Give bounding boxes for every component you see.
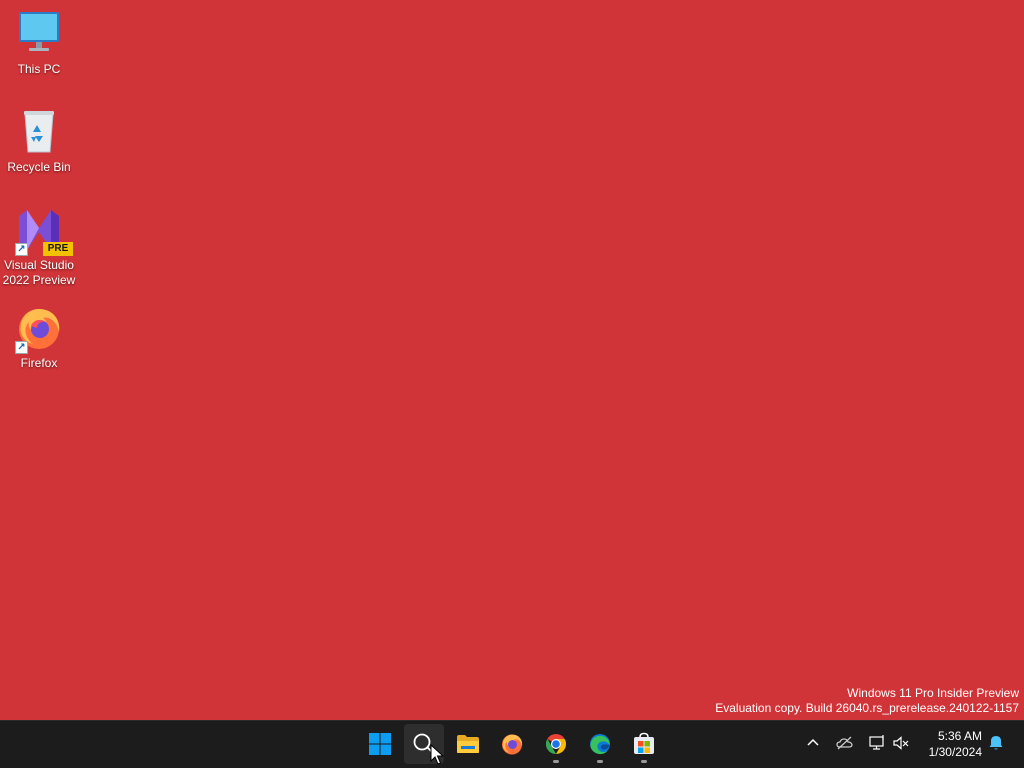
onedrive-offline-icon [836, 736, 853, 750]
firefox-taskbar-button[interactable] [492, 724, 532, 764]
clock-button[interactable]: 5:36 AM 1/30/2024 [929, 728, 982, 760]
folder-icon [457, 735, 479, 753]
running-indicator [597, 760, 603, 763]
recycle-bin-icon [13, 106, 65, 158]
desktop-icon-label: Recycle Bin [7, 160, 71, 174]
edge-icon [590, 734, 610, 755]
shortcut-arrow-icon: ↗ [15, 341, 28, 354]
chrome-icon [546, 734, 566, 754]
windows-start-icon [369, 733, 391, 755]
desktop-icon-firefox[interactable]: ↗ Firefox [1, 302, 77, 371]
chevron-up-icon [807, 738, 819, 746]
desktop[interactable]: This PC Recycle Bin PRE ↗ Visual Studio … [0, 0, 1024, 720]
desktop-icon-label: This PC [17, 62, 61, 76]
shortcut-arrow-icon: ↗ [15, 243, 28, 256]
desktop-icon-visual-studio[interactable]: PRE ↗ Visual Studio 2022 Preview [1, 204, 77, 288]
clock-date: 1/30/2024 [928, 745, 982, 759]
desktop-icon-label: Firefox [20, 356, 58, 370]
watermark-line-1: Windows 11 Pro Insider Preview [847, 686, 1019, 700]
desktop-icon-label: Visual Studio 2022 Preview [2, 258, 76, 287]
taskbar: 5:36 AM 1/30/2024 [0, 720, 1024, 768]
onedrive-tray-button[interactable] [835, 733, 855, 753]
visual-studio-icon: PRE ↗ [13, 204, 73, 256]
start-button[interactable] [360, 724, 400, 764]
watermark-line-2: Evaluation copy. Build 26040.rs_prerelea… [715, 701, 1019, 715]
volume-tray-button[interactable] [891, 733, 911, 753]
clock-time: 5:36 AM [937, 729, 982, 743]
network-tray-button[interactable] [867, 733, 887, 753]
pre-badge: PRE [43, 242, 73, 256]
desktop-icon-this-pc[interactable]: This PC [1, 8, 77, 77]
network-icon [869, 735, 884, 750]
os-watermark: Windows 11 Pro Insider Preview Evaluatio… [715, 686, 1019, 716]
edge-taskbar-button[interactable] [580, 724, 620, 764]
firefox-icon: ↗ [13, 302, 65, 354]
chrome-taskbar-button[interactable] [536, 724, 576, 764]
running-indicator [553, 760, 559, 763]
store-icon [634, 732, 654, 754]
monitor-icon [13, 8, 65, 60]
desktop-icon-recycle-bin[interactable]: Recycle Bin [1, 106, 77, 175]
file-explorer-button[interactable] [448, 724, 488, 764]
volume-muted-icon [893, 736, 909, 750]
mouse-cursor-icon [430, 744, 444, 765]
firefox-icon [502, 734, 523, 755]
bell-icon [989, 736, 1003, 750]
show-hidden-icons-button[interactable] [803, 733, 823, 753]
store-taskbar-button[interactable] [624, 724, 664, 764]
running-indicator [641, 760, 647, 763]
notification-center-button[interactable] [986, 733, 1006, 753]
